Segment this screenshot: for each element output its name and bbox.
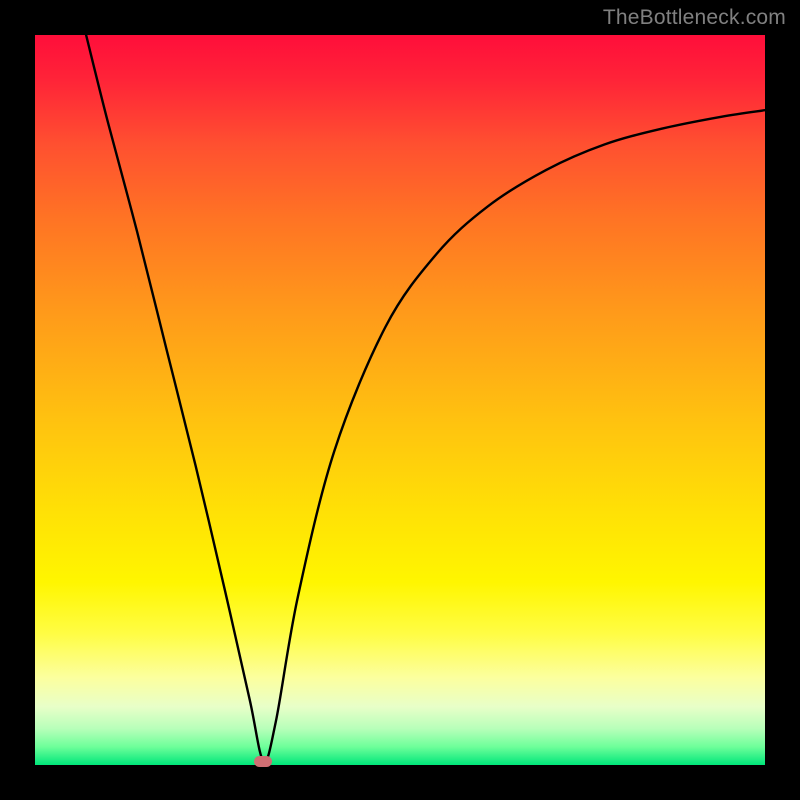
chart-frame: TheBottleneck.com	[0, 0, 800, 800]
target-point-marker	[254, 756, 272, 767]
watermark-text: TheBottleneck.com	[603, 6, 786, 30]
plot-area	[35, 35, 765, 765]
bottleneck-curve	[35, 35, 765, 765]
